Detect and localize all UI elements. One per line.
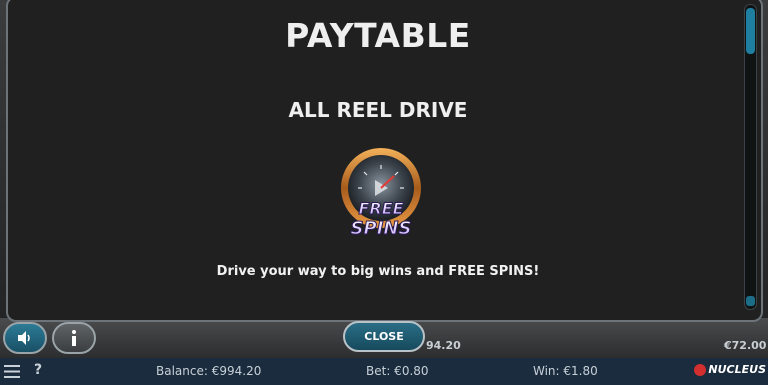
paytable-title: PAYTABLE — [285, 16, 471, 55]
symbol-text-top: FREE — [358, 199, 403, 218]
scrollbar-thumb[interactable] — [746, 8, 755, 54]
brand-name: NUCLEUS — [708, 363, 766, 376]
brand-logo-icon — [694, 363, 707, 376]
hamburger-icon[interactable] — [4, 365, 20, 378]
close-button[interactable]: CLOSE — [343, 321, 425, 352]
paytable-scrollbar[interactable] — [744, 4, 757, 310]
balance-display: Balance: €994.20 — [156, 364, 262, 378]
free-spins-symbol: FREE SPINS — [341, 148, 421, 240]
info-icon — [72, 330, 76, 346]
paytable-modal: PAYTABLE ALL REEL DRIVE FREE SPINS Drive… — [6, 0, 763, 322]
sound-button[interactable] — [3, 322, 47, 354]
background-value-right: €72.00 — [724, 339, 767, 352]
info-button[interactable] — [52, 322, 96, 354]
symbol-text-bottom: SPINS — [351, 218, 412, 239]
bet-display: Bet: €0.80 — [366, 364, 429, 378]
brand-logo: NUCLEUS — [694, 363, 766, 376]
speaker-icon — [18, 331, 30, 345]
background-value-left: 94.20 — [426, 339, 461, 352]
symbol-description: Drive your way to big wins and FREE SPIN… — [216, 264, 540, 279]
win-display: Win: €1.80 — [533, 364, 598, 378]
help-button[interactable]: ? — [34, 362, 42, 378]
status-bar: ? Balance: €994.20 Bet: €0.80 Win: €1.80… — [0, 358, 768, 385]
scrollbar-bottom-cap — [746, 296, 755, 306]
section-title: ALL REEL DRIVE — [288, 98, 468, 122]
